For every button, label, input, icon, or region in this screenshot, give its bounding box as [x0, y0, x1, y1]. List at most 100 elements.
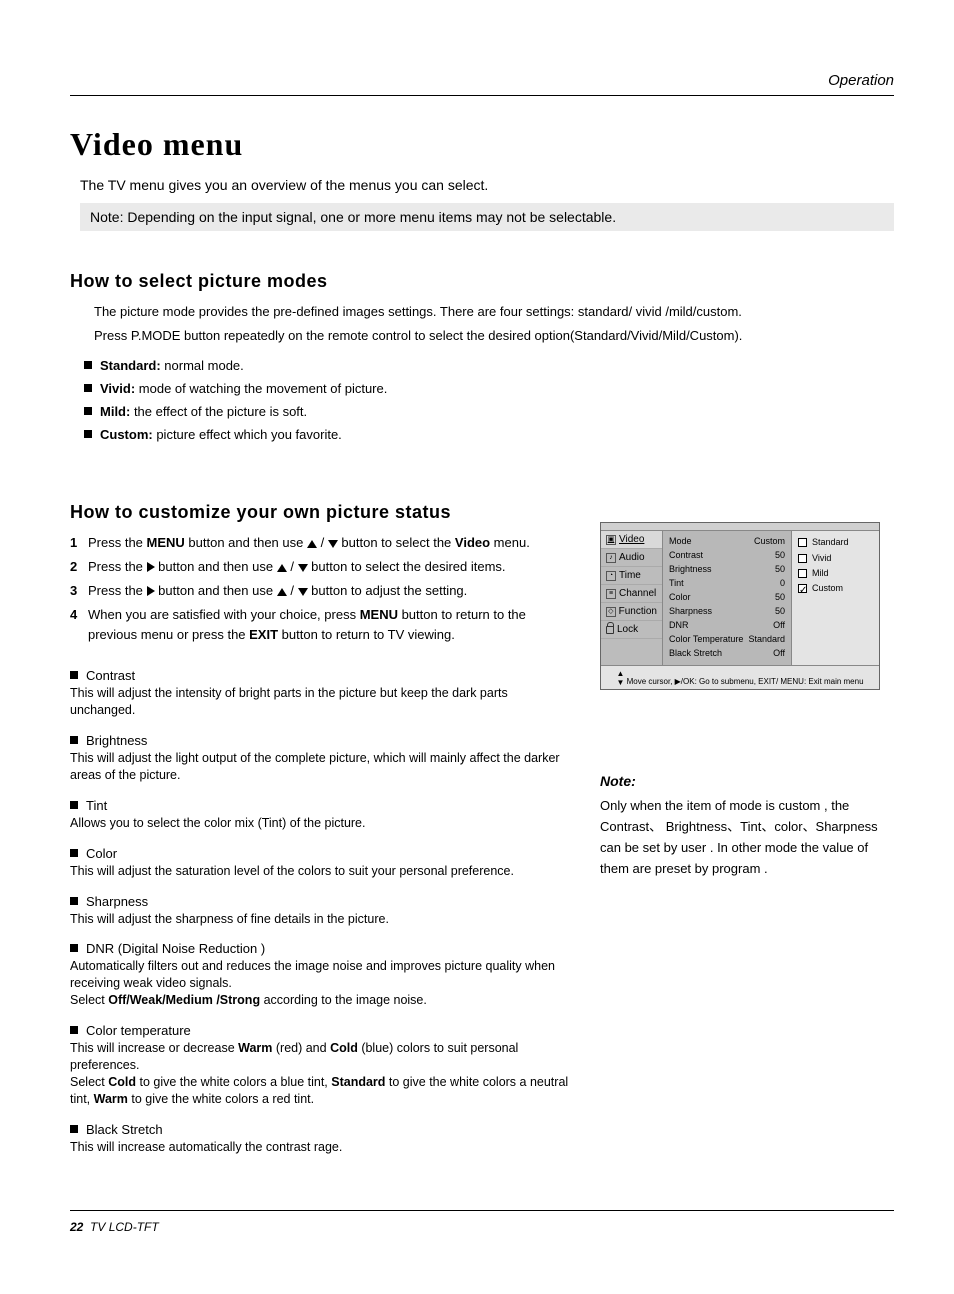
list-item: Vivid: mode of watching the movement of …: [84, 381, 894, 396]
header-section: Operation: [828, 72, 894, 89]
video-icon: ▣: [606, 535, 616, 545]
checkbox-icon: [798, 538, 807, 547]
def-contrast: Contrast This will adjust the intensity …: [70, 668, 570, 719]
down-icon: [298, 588, 308, 596]
header-rule: Operation: [70, 70, 894, 96]
def-body: This will adjust the saturation level of…: [70, 863, 570, 880]
def-body: This will increase automatically the con…: [70, 1139, 570, 1156]
def-head: Tint: [70, 798, 570, 813]
def-head: Sharpness: [70, 894, 570, 909]
intro-text: The TV menu gives you an overview of the…: [80, 177, 894, 193]
section-heading-custom: How to customize your own picture status: [70, 502, 570, 523]
function-icon: ◇: [606, 607, 616, 617]
osd-opt: Mild: [798, 566, 873, 581]
side-note-body: Only when the item of mode is custom , t…: [600, 796, 884, 879]
def-black-stretch: Black Stretch This will increase automat…: [70, 1122, 570, 1156]
def-head: Brightness: [70, 733, 570, 748]
sec1-p2: Press P.MODE button repeatedly on the re…: [94, 326, 894, 346]
def-color-temp: Color temperature This will increase or …: [70, 1023, 570, 1108]
side-note: Note: Only when the item of mode is cust…: [600, 770, 894, 880]
time-icon: ◔: [606, 571, 616, 581]
list-item: Custom: picture effect which you favorit…: [84, 427, 894, 442]
osd-tabs: ▣Video ♪Audio ◔Time ≡Channel ◇Function L…: [601, 531, 663, 664]
sec1-p1: The picture mode provides the pre-define…: [94, 302, 894, 322]
term: Custom:: [100, 427, 153, 442]
steps-list: Press the MENU button and then use / but…: [70, 533, 570, 646]
osd-tab-channel: ≡Channel: [601, 585, 662, 603]
osd-mock: ▣Video ♪Audio ◔Time ≡Channel ◇Function L…: [600, 522, 880, 689]
top-note: Note: Depending on the input signal, one…: [80, 203, 894, 231]
def-body: This will adjust the intensity of bright…: [70, 685, 570, 719]
channel-icon: ≡: [606, 589, 616, 599]
mode-list: Standard: normal mode. Vivid: mode of wa…: [84, 358, 894, 442]
osd-tab-time: ◔Time: [601, 567, 662, 585]
page-title: Video menu: [70, 126, 894, 163]
def-tint: Tint Allows you to select the color mix …: [70, 798, 570, 832]
def-head: Color: [70, 846, 570, 861]
footer: 22 TV LCD-TFT: [70, 1210, 894, 1234]
lock-icon: [606, 626, 614, 634]
desc: picture effect which you favorite.: [153, 427, 342, 442]
osd-tab-audio: ♪Audio: [601, 549, 662, 567]
osd-row: Tint0: [669, 577, 785, 591]
page-number: 22: [70, 1220, 83, 1234]
def-head: DNR (Digital Noise Reduction ): [70, 941, 570, 956]
down-icon: [328, 540, 338, 548]
def-head: Contrast: [70, 668, 570, 683]
section-heading-modes: How to select picture modes: [70, 271, 894, 292]
osd-tab-function: ◇Function: [601, 603, 662, 621]
osd-titlebar: [601, 523, 879, 531]
def-dnr: DNR (Digital Noise Reduction ) Automatic…: [70, 941, 570, 1009]
def-body: This will adjust the light output of the…: [70, 750, 570, 784]
osd-row: Brightness50: [669, 563, 785, 577]
def-body: This will adjust the sharpness of fine d…: [70, 911, 570, 928]
osd-row: ModeCustom: [669, 535, 785, 549]
side-note-head: Note:: [600, 770, 884, 792]
osd-row: Black StretchOff: [669, 647, 785, 661]
osd-hint: ▲▼ Move cursor, ▶/OK: Go to submenu, EXI…: [601, 665, 879, 689]
def-brightness: Brightness This will adjust the light ou…: [70, 733, 570, 784]
right-icon: [147, 562, 155, 572]
osd-row: DNROff: [669, 619, 785, 633]
def-head: Black Stretch: [70, 1122, 570, 1137]
down-icon: [298, 564, 308, 572]
def-body: This will increase or decrease Warm (red…: [70, 1040, 570, 1108]
checkbox-checked-icon: [798, 584, 807, 593]
osd-opt: Vivid: [798, 551, 873, 566]
step: Press the button and then use / button t…: [70, 557, 570, 578]
def-head: Color temperature: [70, 1023, 570, 1038]
osd-options: Standard Vivid Mild Custom: [791, 531, 879, 664]
step: When you are satisfied with your choice,…: [70, 605, 570, 647]
osd-row: Color TemperatureStandard: [669, 633, 785, 647]
osd-opt: Custom: [798, 581, 873, 596]
checkbox-icon: [798, 569, 807, 578]
osd-tab-video: ▣Video: [601, 531, 662, 549]
osd-row: Contrast50: [669, 549, 785, 563]
footer-model: TV LCD-TFT: [90, 1220, 159, 1234]
checkbox-icon: [798, 554, 807, 563]
osd-opt: Standard: [798, 535, 873, 550]
audio-icon: ♪: [606, 553, 616, 563]
list-item: Standard: normal mode.: [84, 358, 894, 373]
step: Press the button and then use / button t…: [70, 581, 570, 602]
list-item: Mild: the effect of the picture is soft.: [84, 404, 894, 419]
desc: mode of watching the movement of picture…: [135, 381, 387, 396]
up-icon: [277, 588, 287, 596]
desc: normal mode.: [161, 358, 244, 373]
right-icon: [147, 586, 155, 596]
def-color: Color This will adjust the saturation le…: [70, 846, 570, 880]
term: Vivid:: [100, 381, 135, 396]
osd-row: Sharpness50: [669, 605, 785, 619]
def-sharpness: Sharpness This will adjust the sharpness…: [70, 894, 570, 928]
def-body: Automatically filters out and reduces th…: [70, 958, 570, 1009]
term: Mild:: [100, 404, 130, 419]
desc: the effect of the picture is soft.: [130, 404, 307, 419]
osd-row: Color50: [669, 591, 785, 605]
osd-settings: ModeCustom Contrast50 Brightness50 Tint0…: [663, 531, 791, 664]
step: Press the MENU button and then use / but…: [70, 533, 570, 554]
up-icon: [277, 564, 287, 572]
term: Standard:: [100, 358, 161, 373]
def-body: Allows you to select the color mix (Tint…: [70, 815, 570, 832]
osd-tab-lock: Lock: [601, 621, 662, 639]
up-icon: [307, 540, 317, 548]
